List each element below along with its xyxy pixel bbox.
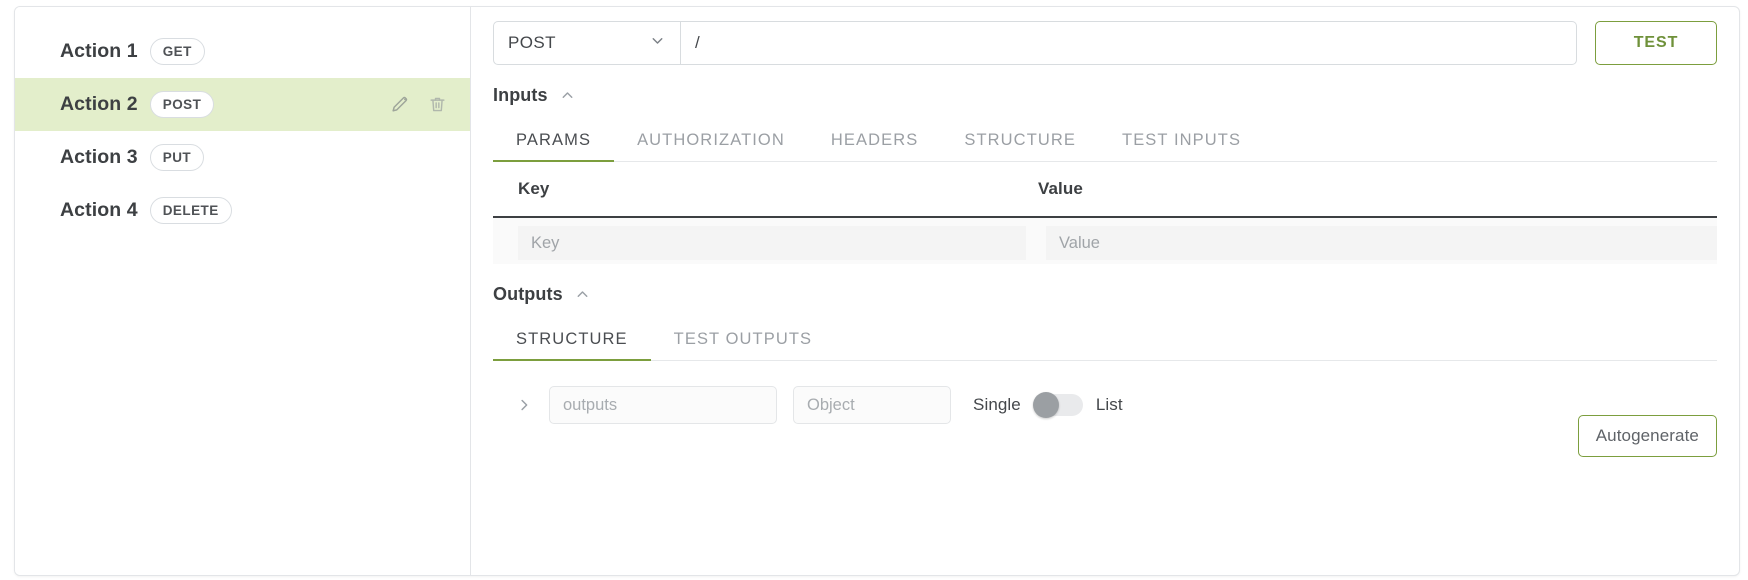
- action-detail-pane: POST TEST Inputs PARAMS AUTHORIZATION HE…: [471, 7, 1739, 575]
- toggle-knob: [1032, 392, 1059, 418]
- method-badge: PUT: [149, 144, 205, 171]
- row-tools: [388, 94, 448, 116]
- column-header-value: Value: [1038, 179, 1083, 198]
- cell-value: [1034, 226, 1717, 260]
- param-value-input[interactable]: [1046, 226, 1717, 260]
- params-table-row: [493, 218, 1717, 264]
- action-list-item-1[interactable]: Action 1 GET: [15, 25, 470, 78]
- action-list-item-4[interactable]: Action 4 DELETE: [15, 184, 470, 237]
- inputs-section-title: Inputs: [493, 85, 548, 105]
- tab-params[interactable]: PARAMS: [493, 131, 615, 162]
- method-badge: DELETE: [149, 197, 232, 224]
- toggle-label-single: Single: [973, 395, 1021, 414]
- tab-authorization[interactable]: AUTHORIZATION: [614, 131, 808, 161]
- toggle-label-list: List: [1095, 395, 1123, 414]
- column-header-key: Key: [518, 179, 550, 198]
- http-method-value: POST: [508, 33, 556, 52]
- api-action-editor-screen: Action 1 GET Action 2 POST Action 3 PUT …: [0, 0, 1748, 580]
- cell-key: [493, 226, 1026, 260]
- action-name-label: Action 2: [60, 93, 138, 115]
- chevron-right-icon[interactable]: [507, 388, 541, 422]
- output-name-input[interactable]: [549, 386, 777, 424]
- params-table-header: Key Value: [493, 162, 1717, 218]
- tab-outputs-test-outputs[interactable]: TEST OUTPUTS: [651, 330, 836, 360]
- tab-structure[interactable]: STRUCTURE: [941, 131, 1099, 161]
- tab-test-inputs[interactable]: TEST INPUTS: [1099, 131, 1264, 161]
- inputs-tabstrip: PARAMS AUTHORIZATION HEADERS STRUCTURE T…: [493, 122, 1717, 162]
- single-list-toggle-group: Single List: [973, 392, 1123, 418]
- method-badge: GET: [149, 38, 205, 65]
- output-type-input[interactable]: [793, 386, 951, 424]
- action-list-item-2[interactable]: Action 2 POST: [15, 78, 470, 131]
- outputs-section-title: Outputs: [493, 284, 563, 304]
- outputs-section-header[interactable]: Outputs: [493, 284, 591, 305]
- chevron-up-icon[interactable]: [559, 87, 576, 104]
- request-bar: POST TEST: [493, 21, 1717, 65]
- inputs-section-header[interactable]: Inputs: [493, 85, 576, 106]
- action-list-item-3[interactable]: Action 3 PUT: [15, 131, 470, 184]
- action-name-label: Action 3: [60, 146, 138, 168]
- http-method-select[interactable]: POST: [493, 21, 681, 65]
- actions-list: Action 1 GET Action 2 POST Action 3 PUT …: [15, 7, 471, 575]
- single-list-toggle[interactable]: [1032, 392, 1083, 418]
- trash-icon[interactable]: [426, 94, 448, 116]
- chevron-down-icon: [649, 32, 666, 54]
- param-key-input[interactable]: [518, 226, 1026, 260]
- editor-panel: Action 1 GET Action 2 POST Action 3 PUT …: [14, 6, 1740, 576]
- autogenerate-button[interactable]: Autogenerate: [1577, 415, 1717, 457]
- action-name-label: Action 4: [60, 199, 138, 221]
- pencil-icon[interactable]: [388, 94, 410, 116]
- outputs-tabstrip: STRUCTURE TEST OUTPUTS: [493, 321, 1717, 361]
- params-table: Key Value: [493, 162, 1717, 264]
- method-badge: POST: [149, 91, 215, 118]
- chevron-up-icon[interactable]: [574, 286, 591, 303]
- outputs-structure-row: Single List: [493, 385, 1717, 425]
- test-button[interactable]: TEST: [1595, 21, 1717, 65]
- tab-headers[interactable]: HEADERS: [808, 131, 941, 161]
- tab-outputs-structure[interactable]: STRUCTURE: [493, 330, 651, 361]
- action-name-label: Action 1: [60, 40, 138, 62]
- request-path-input[interactable]: [681, 21, 1577, 65]
